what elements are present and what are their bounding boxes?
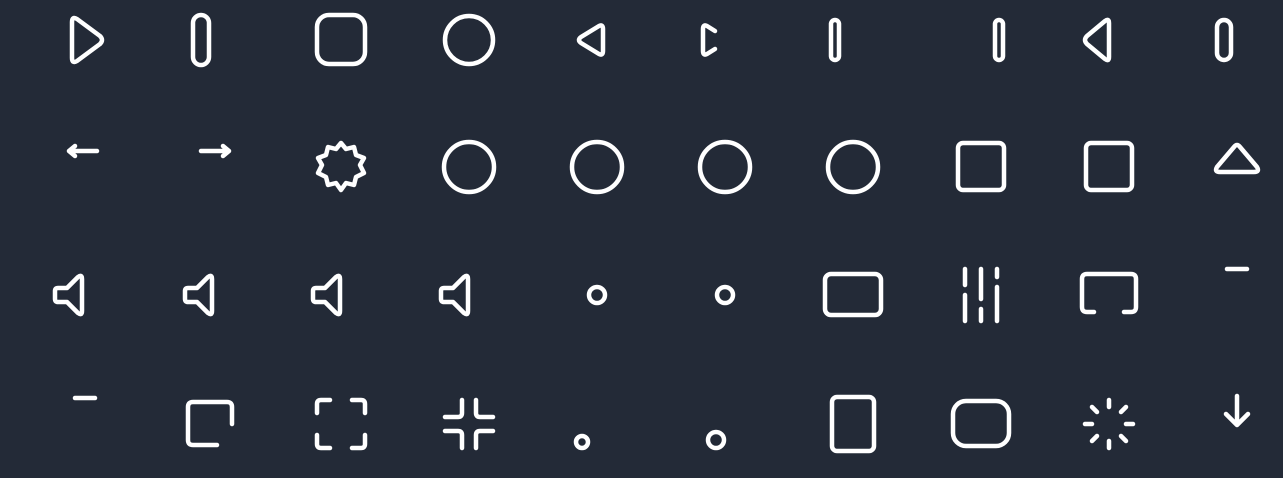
rewind-icon-glyph (576, 23, 606, 57)
record-library-icon (45, 384, 125, 464)
picture-in-picture-icon-glyph (185, 399, 235, 448)
picture-in-picture-icon (173, 384, 253, 464)
subtitles-icon (813, 255, 893, 335)
video-play-icon (941, 384, 1021, 464)
pause-circle-icon-glyph (569, 139, 625, 195)
brightness-high-icon (685, 255, 765, 335)
record-library-icon-glyph (72, 395, 98, 401)
skip-next-icon-glyph (992, 17, 1006, 63)
step-backward-icon-glyph (1082, 17, 1112, 63)
music-note-icon (685, 384, 765, 464)
airplay-icon (1069, 255, 1149, 335)
playlist-play-icon (1197, 255, 1277, 335)
settings-icon (301, 127, 381, 207)
close-circle-icon-glyph (825, 139, 881, 195)
volume-increase-icon-glyph (438, 273, 471, 317)
eject-icon-glyph (1213, 142, 1261, 175)
subtitles-icon-glyph (822, 271, 884, 318)
stretch-horizontal-icon-glyph (955, 140, 1007, 193)
step-forward-icon (1197, 0, 1277, 80)
fast-forward-icon (685, 0, 765, 80)
record-icon (429, 0, 509, 80)
film-icon-glyph (829, 394, 877, 454)
volume-decrease-icon-glyph (310, 273, 343, 317)
stretch-horizontal-icon (941, 127, 1021, 207)
brightness-low-icon-glyph (586, 284, 608, 306)
fast-forward-icon-glyph (700, 23, 718, 57)
exit-fullscreen-icon (429, 384, 509, 464)
skip-next-icon (941, 0, 1021, 80)
step-backward-icon (1069, 0, 1149, 80)
volume-increase-icon (429, 255, 509, 335)
brightness-high-icon-glyph (714, 284, 736, 306)
playlist-play-icon-glyph (1224, 266, 1250, 272)
stretch-vertical-icon-glyph (1083, 140, 1135, 193)
brightness-low-icon (557, 255, 637, 335)
play-icon (45, 0, 125, 80)
eject-icon (1197, 127, 1277, 207)
pause-icon-glyph (190, 12, 212, 68)
airplay-icon-glyph (1079, 271, 1139, 315)
loading-icon (1069, 384, 1149, 464)
skip-previous-icon-glyph (828, 17, 842, 63)
fullscreen-icon (301, 384, 381, 464)
stop-circle-icon (685, 127, 765, 207)
settings-icon-glyph (315, 140, 367, 193)
exit-fullscreen-icon-glyph (442, 397, 496, 451)
rewind-15-icon-glyph: 15 (66, 143, 100, 159)
download-icon (1197, 384, 1277, 464)
stop-icon (301, 0, 381, 80)
volume-decrease-icon (301, 255, 381, 335)
music-note-icon-glyph (705, 429, 727, 451)
music-notes-icon-glyph (573, 433, 591, 451)
stop-circle-icon-glyph (697, 139, 753, 195)
fullscreen-icon-glyph (314, 397, 368, 451)
volume-up-icon-glyph (52, 273, 85, 317)
download-icon-glyph (1223, 393, 1251, 428)
close-circle-icon (813, 127, 893, 207)
forward-15-icon-glyph: 15 (198, 143, 232, 159)
rewind-15-icon: 15 (45, 127, 125, 207)
video-play-icon-glyph (950, 398, 1012, 449)
volume-mute-icon (173, 255, 253, 335)
forward-15-icon: 15 (173, 127, 253, 207)
icon-sheet: 15 15 (0, 0, 1283, 478)
stretch-vertical-icon (1069, 127, 1149, 207)
pause-icon (173, 0, 253, 80)
stop-icon-glyph (314, 12, 368, 67)
skip-previous-icon (813, 0, 893, 80)
loading-icon-glyph (1082, 397, 1136, 451)
volume-up-icon (45, 255, 125, 335)
record-icon-glyph (442, 13, 496, 67)
pause-circle-icon (557, 127, 637, 207)
play-circle-icon (429, 127, 509, 207)
step-forward-icon-glyph (1214, 17, 1234, 63)
music-notes-icon (557, 384, 637, 464)
rewind-icon (557, 0, 637, 80)
film-icon (813, 384, 893, 464)
volume-mute-icon-glyph (182, 273, 215, 317)
play-icon-glyph (69, 15, 105, 65)
equalizer-icon-glyph (962, 266, 1000, 324)
equalizer-icon (941, 255, 1021, 335)
play-circle-icon-glyph (441, 139, 497, 195)
